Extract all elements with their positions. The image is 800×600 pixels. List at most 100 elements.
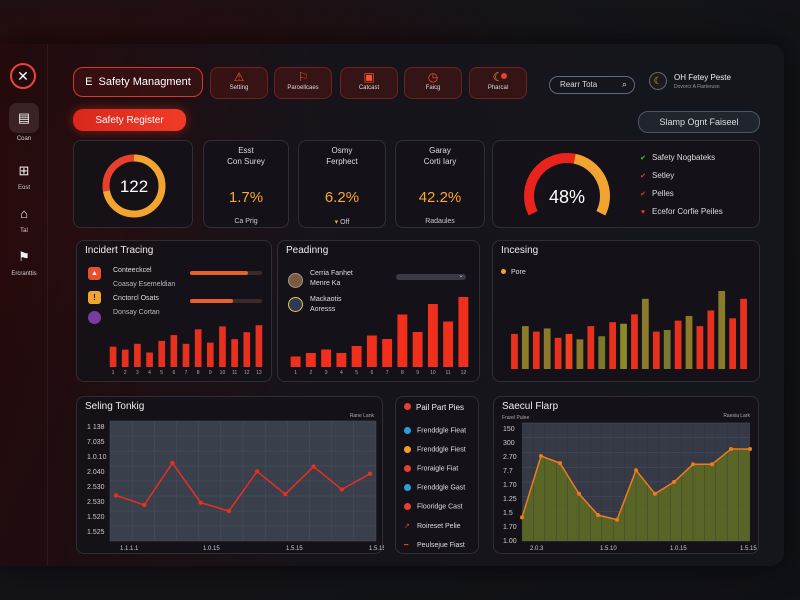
list-item[interactable]: Flooridge Cast [404,503,463,510]
list-item-label: Froraigle Fiat [417,465,459,473]
y-tick-label: 1.5 [503,510,513,517]
x-tick-label: 1 [112,370,115,376]
x-tick-label: 1 [294,370,297,376]
x-tick-label: 9 [209,370,212,376]
y-tick-label: 1.0.10 [87,454,107,461]
sidebar-item-3[interactable]: ⚑ Ercranttis [4,246,44,277]
bar [427,304,438,367]
heart-icon: ♥ [640,209,646,216]
y-tick-label: 1.70 [503,482,517,489]
data-point [311,464,316,469]
bar [511,333,518,369]
safety-register-button[interactable]: Safety Register [73,109,186,131]
x-tick-label: 8 [401,370,404,376]
circle-icon [404,446,411,453]
gauge-value: 48% [549,187,585,207]
x-tick-label: 1.0.15 [203,546,220,552]
list-item[interactable]: Frenddgle Fiest [404,446,466,453]
check-icon: ✔ [640,191,646,198]
bar [443,321,454,367]
kpi-value: 6.2% [324,189,360,206]
kpi-value: 1.7% [228,189,264,206]
flow-card: Saecul Flarp Raesia Lark Frarel Pulee 15… [493,396,759,554]
tool-button-faicg[interactable]: ◷ Faicg [404,67,462,99]
x-tick-label: 9 [416,370,419,376]
bar [206,342,214,367]
dash-icon: ━ [404,542,409,549]
tools-icon[interactable]: ✕ [10,63,36,89]
bar [243,332,251,367]
x-tick-label: 4 [340,370,343,376]
trend-card: Seling Tonkig Rane Lank 1 138 7.035 1.0.10… [76,396,384,554]
tool-button-paroellcaes[interactable]: ⚐ Paroellcaes [274,67,332,99]
bar [194,329,202,367]
data-point [254,469,260,474]
tool-label: Pharcal [487,85,509,91]
data-point [339,487,344,492]
x-tick-label: 10 [430,370,436,376]
list-item[interactable]: Frenddgle Gast [404,484,465,491]
gauge-legend-item: ✔ Pelles [640,189,674,198]
kpi-label: Osmy Ferphect [326,146,358,166]
home-icon: ⌂ [20,206,28,221]
bar [351,346,362,367]
y-tick-label: 1.520 [87,514,105,521]
ring-card: 122 [73,140,193,228]
kpi-label: Esst Con Surey [227,146,265,166]
data-point [142,502,147,508]
ranking-bar-chart: 1 2 3 4 5 6 7 8 9 10 11 12 [290,297,469,376]
kpi-label: Garay Corti Iary [423,146,457,166]
y-tick-label: 150 [503,426,515,433]
tool-button-catcast[interactable]: ▣ Catcast [340,67,398,99]
bar [554,337,562,369]
title-prefix: E [85,76,93,88]
x-tick-label: 3 [136,370,139,376]
circle-icon [404,427,411,434]
user-name: OH Fetey Peste [674,73,731,82]
bar [336,353,347,367]
list-item[interactable]: Froraigle Fiat [404,465,458,472]
search-input[interactable]: Rearr Tota ⌕ [549,76,635,94]
x-tick-label: 7 [185,370,188,376]
sidebar-item-2[interactable]: ⌂ Tal [4,203,44,234]
x-tick-label: 1.1.1.1 [120,546,139,552]
sidebar-item-1[interactable]: ⊞ Eost [4,160,44,191]
bar [663,330,671,369]
avatar: ☾ [649,72,667,90]
moon-icon: ☾ [492,70,504,84]
list-item-label: Frenddgle Gast [417,484,466,492]
user-role: Dovorcr A Flarterusn [674,84,720,90]
list-item-label: Flooridge Cast [417,503,463,511]
x-tick-label: 6 [370,370,373,376]
report-button[interactable]: Slamp Ognt Faiseel [638,111,760,133]
x-tick-label: 4 [148,370,151,376]
incident-bar-chart: 1 2 3 4 5 6 7 8 9 10 11 12 13 [109,325,263,376]
kpi-foot: Ca Prig [234,218,258,225]
data-point [596,513,600,518]
app-title-button[interactable]: E Safety Managment [73,67,203,97]
gauge-card: 48% ✔ Safety Nogbateks ✔ Setley ✔ Pelles ♥ E… [492,140,760,228]
bar [740,298,747,369]
y-tick-label: 2.70 [503,454,517,461]
data-point [634,468,638,473]
list-item[interactable]: Frenddgle Fieat [404,427,466,434]
data-point [615,517,619,522]
circle-icon [404,484,411,491]
bar [121,349,129,367]
x-tick-label: 5 [355,370,358,376]
tool-button-setting[interactable]: ⚠ Setting [210,67,268,99]
bar [109,346,117,367]
x-tick-label: 7 [386,370,389,376]
search-icon: ⌕ [621,79,627,89]
list-item[interactable]: ━ Peulsejue Fiast [404,541,465,549]
tool-label: Setting [229,85,249,91]
y-tick-label: 2.530 [87,499,105,506]
data-point [558,461,562,466]
grid-icon: ⊞ [18,163,30,178]
bar [134,343,141,367]
tool-button-pharcal[interactable]: ☾ Pharcal [469,67,527,99]
incoming-bar-chart [511,291,747,369]
list-item[interactable]: ↗ Roireset Pelie [404,522,461,530]
sidebar-item-0[interactable]: ▤ Coan [4,103,44,142]
list-item-label: Peulsejue Fiast [417,542,465,549]
